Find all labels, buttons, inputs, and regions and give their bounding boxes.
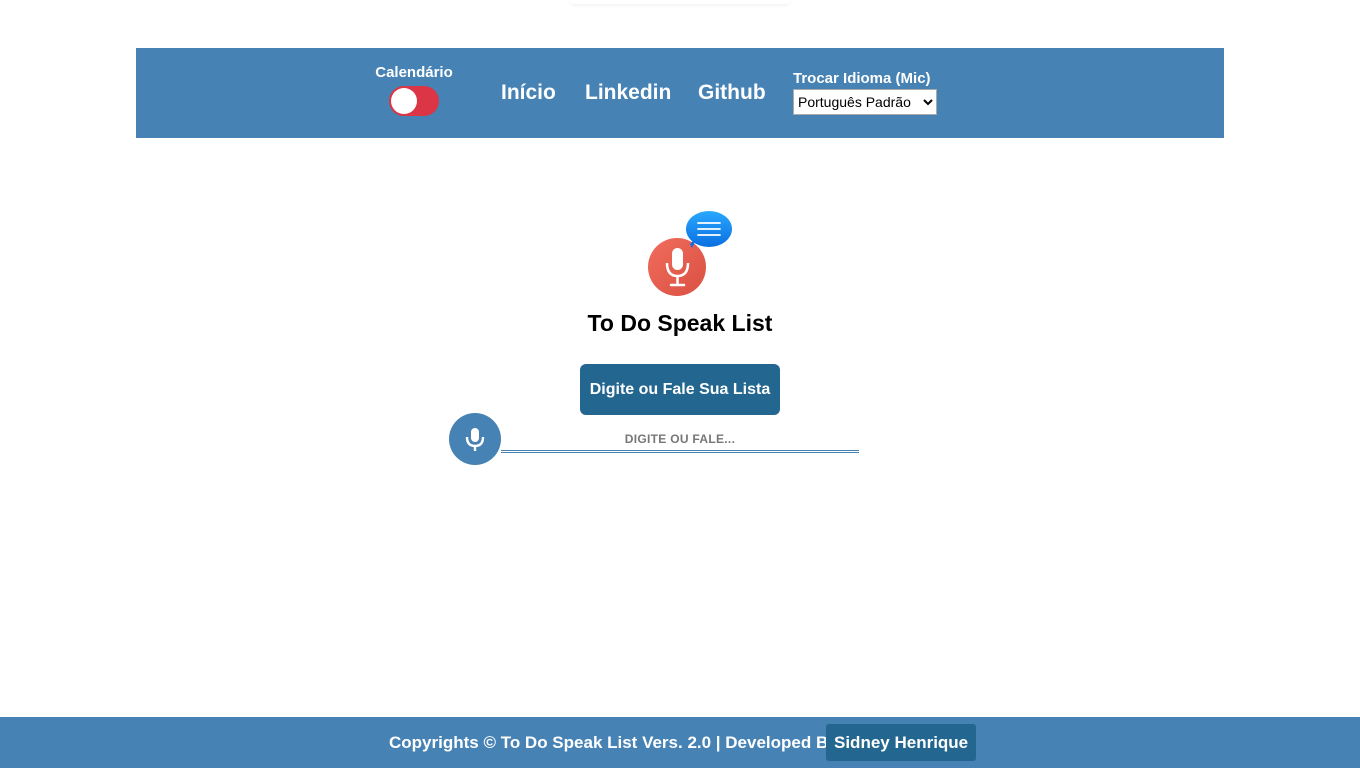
footer-copyright: Copyrights © To Do Speak List Vers. 2.0 …: [389, 733, 838, 752]
calendar-toggle[interactable]: [389, 86, 439, 116]
navbar: Calendário Início Linkedin Github Trocar…: [136, 48, 1224, 138]
language-label: Trocar Idioma (Mic): [793, 70, 931, 87]
microphone-speech-bubble-icon: [646, 208, 736, 298]
toggle-knob: [391, 88, 417, 114]
mic-button[interactable]: [449, 413, 501, 465]
language-switcher: Trocar Idioma (Mic) Português Padrão: [793, 70, 939, 115]
app-title: To Do Speak List: [587, 310, 773, 336]
calendar-toggle-group: Calendário: [375, 64, 453, 116]
footer: Copyrights © To Do Speak List Vers. 2.0 …: [0, 717, 1360, 768]
nav-link-github[interactable]: Github: [698, 80, 766, 106]
type-or-speak-button[interactable]: Digite ou Fale Sua Lista: [580, 364, 780, 415]
language-select[interactable]: Português Padrão: [793, 89, 937, 115]
footer-author-link[interactable]: Sidney Henrique: [826, 724, 977, 761]
task-input[interactable]: [501, 428, 859, 453]
microphone-icon: [465, 428, 485, 451]
calendar-label: Calendário: [375, 64, 453, 81]
nav-link-home[interactable]: Início: [501, 80, 556, 106]
top-shadow-decoration: [570, 0, 790, 4]
nav-link-linkedin[interactable]: Linkedin: [585, 80, 671, 106]
